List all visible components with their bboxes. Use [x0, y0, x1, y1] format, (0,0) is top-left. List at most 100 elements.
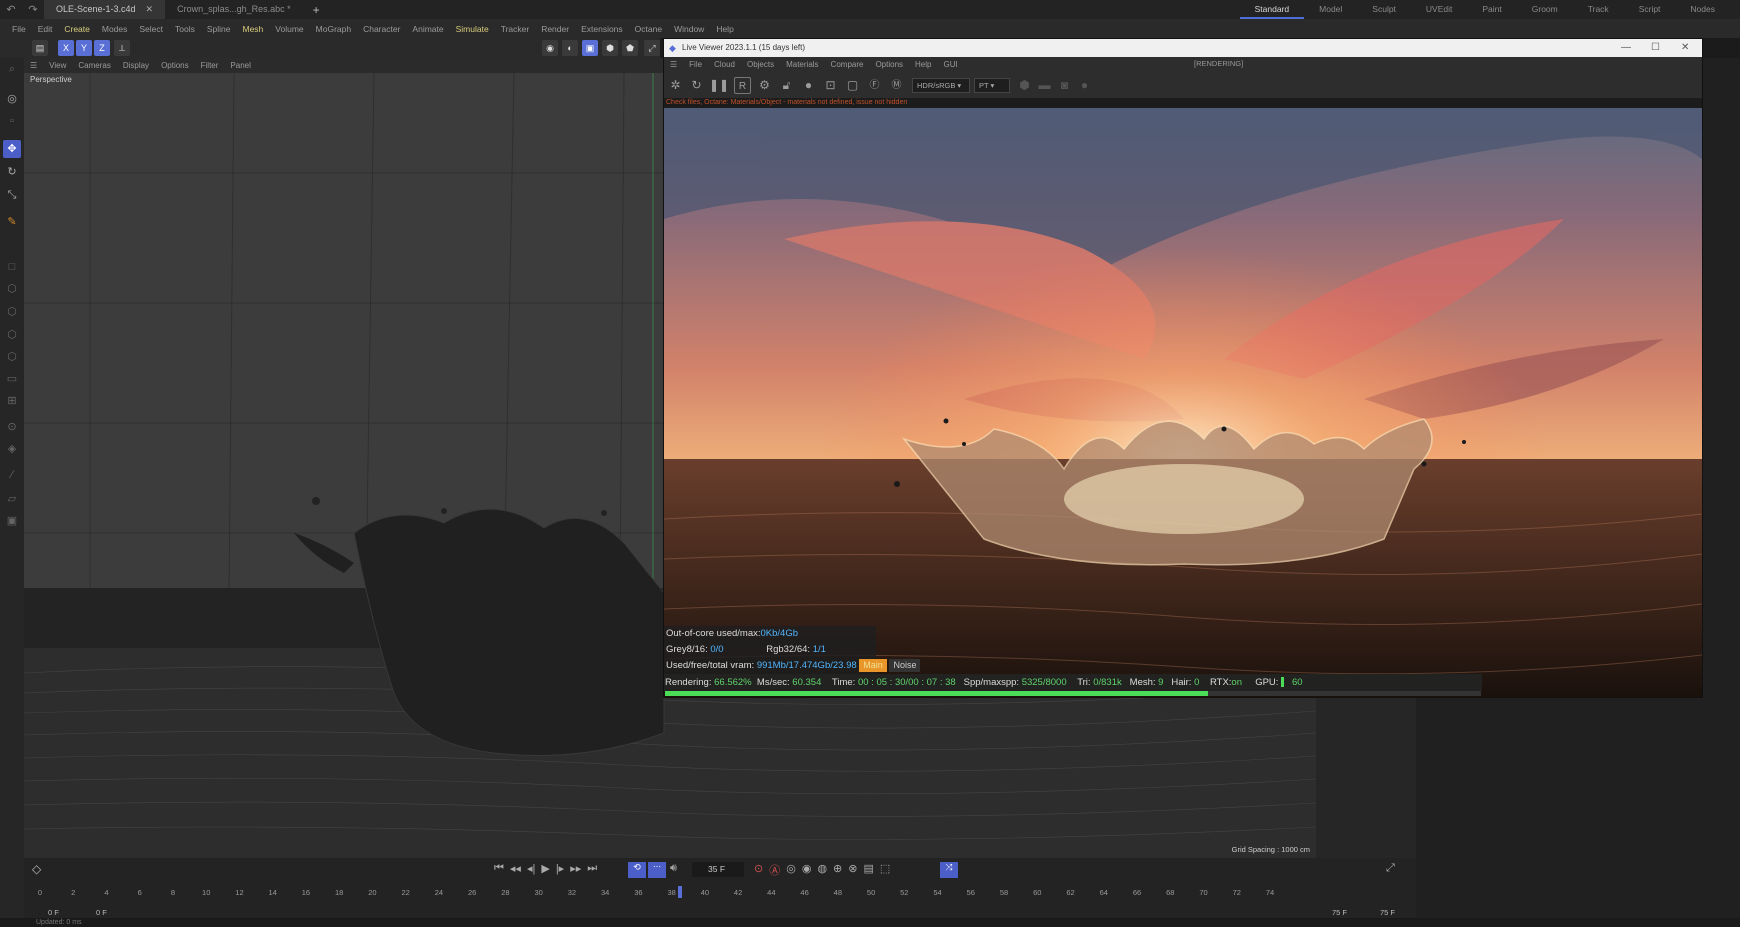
material-pick-icon[interactable]: Ⓜ [888, 77, 905, 94]
select-icon[interactable]: ▫ [3, 112, 21, 130]
goto-end-icon[interactable]: ⏭ [587, 862, 597, 875]
layout-tab-paint[interactable]: Paint [1467, 0, 1516, 19]
position-key-icon[interactable]: ◉ [802, 862, 812, 878]
pick-material-icon[interactable]: ▢ [844, 77, 861, 94]
timeline-ruler[interactable]: 0 2 4 6 8 10 12 14 16 18 20 22 24 26 28 30 32 34 36 38 40 42 4… [38, 888, 1420, 910]
viewport-menu-panel[interactable]: Panel [224, 61, 256, 70]
texture-mode-icon[interactable]: ▭ [3, 370, 21, 388]
viewport-menu-view[interactable]: View [43, 61, 72, 70]
preview-end-field[interactable]: 75 F [1332, 908, 1347, 917]
start-frame-field[interactable]: 0 F [48, 908, 59, 917]
lv-menu-cloud[interactable]: Cloud [708, 60, 741, 69]
symmetry-icon[interactable]: ◈ [3, 440, 21, 458]
menu-render[interactable]: Render [535, 24, 575, 34]
menu-help[interactable]: Help [710, 24, 739, 34]
snap-icon[interactable]: ⊙ [3, 418, 21, 436]
scale-tool-icon[interactable]: ⤡ [3, 186, 21, 204]
viewport-menu-options[interactable]: Options [155, 61, 195, 70]
add-tab-icon[interactable]: + [303, 3, 330, 17]
param-key-icon[interactable]: ⊗ [848, 862, 857, 878]
menu-character[interactable]: Character [357, 24, 406, 34]
menu-window[interactable]: Window [668, 24, 710, 34]
prev-key-icon[interactable]: ◂◂ [510, 862, 521, 875]
menu-mograph[interactable]: MoGraph [310, 24, 357, 34]
motion-icon[interactable]: ⬚ [880, 862, 890, 878]
menu-edit[interactable]: Edit [32, 24, 59, 34]
clay-mode-icon[interactable]: ● [800, 77, 817, 94]
lv-menu-objects[interactable]: Objects [741, 60, 780, 69]
object-mode-icon[interactable]: □ [3, 258, 21, 276]
render-queue-icon[interactable]: ⬟ [622, 40, 638, 56]
menu-create[interactable]: Create [58, 24, 96, 34]
region-render-icon[interactable]: R [734, 77, 751, 94]
undo-icon[interactable]: ↶ [0, 3, 22, 16]
uv-mode-icon[interactable]: ⬡ [3, 348, 21, 366]
cube-icon[interactable]: ⬢ [602, 40, 618, 56]
record-icon[interactable]: ● [1076, 77, 1093, 94]
layout-tab-uvedit[interactable]: UVEdit [1411, 0, 1467, 19]
preview-start-field[interactable]: 0 F [96, 908, 107, 917]
menu-tracker[interactable]: Tracker [495, 24, 536, 34]
rotate-tool-icon[interactable]: ↻ [3, 163, 21, 181]
axis-x-button[interactable]: X [58, 40, 74, 56]
scale-key-icon[interactable]: ⊕ [833, 862, 842, 878]
render-output-image[interactable] [664, 99, 1702, 697]
lv-menu-file[interactable]: File [683, 60, 708, 69]
noise-badge[interactable]: Noise [889, 659, 921, 672]
menu-tools[interactable]: Tools [169, 24, 201, 34]
lock-icon[interactable]: ▣ [3, 512, 21, 530]
pause-icon[interactable]: ❚❚ [709, 77, 729, 94]
next-key-icon[interactable]: ▸▸ [570, 862, 581, 875]
playhead[interactable] [678, 886, 682, 898]
workplane-icon[interactable]: ⊞ [3, 392, 21, 410]
film-icon[interactable]: ▬ [1036, 77, 1053, 94]
menu-volume[interactable]: Volume [269, 24, 309, 34]
viewport-menu-display[interactable]: Display [117, 61, 155, 70]
play-icon[interactable]: ▶ [541, 862, 549, 875]
edges-mode-icon[interactable]: ⬡ [3, 303, 21, 321]
current-frame-field[interactable]: 35 F [692, 862, 744, 877]
menu-simulate[interactable]: Simulate [450, 24, 495, 34]
close-icon[interactable]: ✕ [1681, 39, 1689, 57]
next-frame-icon[interactable]: |▸ [556, 862, 564, 875]
layout-tab-script[interactable]: Script [1624, 0, 1676, 19]
minimize-icon[interactable]: — [1621, 39, 1631, 57]
graph-editor-icon[interactable]: ⤢ [1386, 862, 1395, 875]
kernel-select[interactable]: PT ▾ [974, 78, 1010, 93]
focus-icon[interactable]: Ⓕ [866, 77, 883, 94]
hamburger-icon[interactable]: ☰ [24, 61, 43, 70]
lv-menu-options[interactable]: Options [869, 60, 909, 69]
close-icon[interactable]: ✕ [146, 0, 154, 19]
lock-icon[interactable]: 🔓︎ [778, 77, 795, 94]
keyframe-icon[interactable]: ◇ [32, 862, 41, 876]
layout-tab-nodes[interactable]: Nodes [1675, 0, 1730, 19]
goto-start-icon[interactable]: ⏮ [494, 862, 504, 875]
restart-icon[interactable]: ↻ [688, 77, 705, 94]
loop-icon[interactable]: ⟲ [628, 862, 646, 878]
interpolation-icon[interactable]: ⤨ [940, 862, 958, 878]
sound-icon[interactable]: 🔊︎ [670, 862, 677, 875]
rotation-key-icon[interactable]: ◍ [817, 862, 827, 878]
send-scene-icon[interactable]: ✲ [667, 77, 684, 94]
live-selection-icon[interactable]: ◎ [3, 90, 21, 108]
pick-focus-icon[interactable]: ⊡ [822, 77, 839, 94]
menu-spline[interactable]: Spline [201, 24, 237, 34]
layout-tab-track[interactable]: Track [1573, 0, 1624, 19]
lv-menu-materials[interactable]: Materials [780, 60, 824, 69]
knife-icon[interactable]: ▱ [3, 490, 21, 508]
layout-tab-groom[interactable]: Groom [1517, 0, 1573, 19]
menu-modes[interactable]: Modes [96, 24, 134, 34]
coordinate-system-icon[interactable]: ⟂ [114, 40, 130, 56]
paint-icon[interactable]: ✎ [3, 213, 21, 231]
tab-scene[interactable]: OLE-Scene-1-3.c4d ✕ [44, 0, 166, 19]
menu-mesh[interactable]: Mesh [237, 24, 270, 34]
redo-icon[interactable]: ↷ [22, 3, 44, 16]
layout-tab-model[interactable]: Model [1304, 0, 1357, 19]
keyframe-selection-icon[interactable]: ◎ [786, 862, 796, 878]
viewport-menu-cameras[interactable]: Cameras [72, 61, 116, 70]
search-icon[interactable]: ⌕ [3, 60, 21, 78]
color-space-select[interactable]: HDR/sRGB ▾ [912, 78, 970, 93]
lv-menu-help[interactable]: Help [909, 60, 937, 69]
layout-tab-standard[interactable]: Standard [1239, 0, 1305, 19]
expand-icon[interactable]: ⤢ [644, 40, 660, 56]
